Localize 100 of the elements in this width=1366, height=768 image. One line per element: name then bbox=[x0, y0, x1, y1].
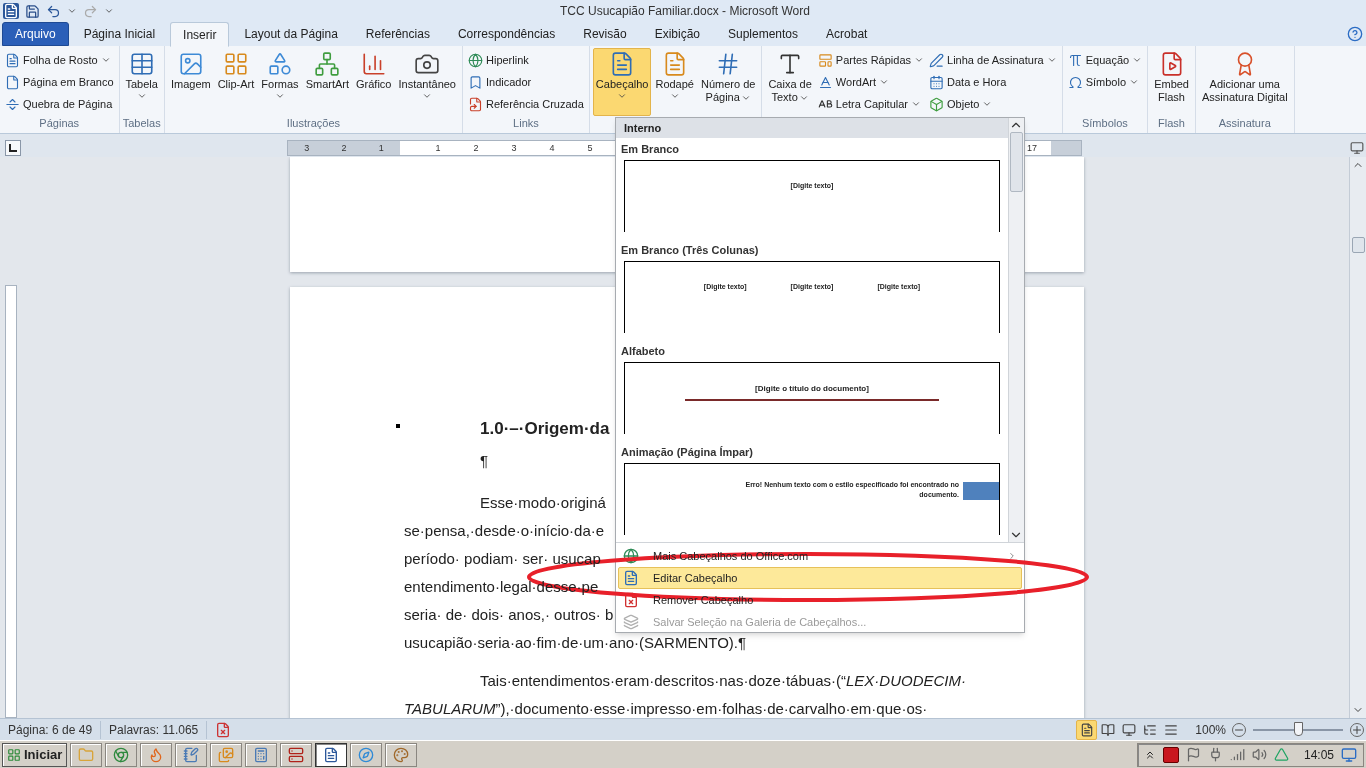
ribbon-button[interactable]: Embed Flash bbox=[1151, 48, 1192, 116]
notepad-icon bbox=[183, 746, 200, 763]
caret-icon bbox=[982, 99, 993, 109]
ribbon-button[interactable]: Referência Cruzada bbox=[466, 93, 586, 115]
caret-icon bbox=[1046, 55, 1057, 65]
ribbon-tab[interactable]: Página Inicial bbox=[70, 22, 169, 46]
ruler-number: 5 bbox=[586, 142, 594, 155]
paragraph-text: Tais·entendimentos·eram·descritos·nas·doze·tábuas·(“LEX·DUODECIM· bbox=[480, 672, 967, 690]
document-icon bbox=[5, 52, 20, 68]
caret-icon bbox=[911, 99, 921, 109]
heading-text: 1.0·–·Origem·da bbox=[480, 418, 610, 440]
scroll-thumb[interactable] bbox=[1351, 237, 1365, 253]
ruler-number: 3 bbox=[303, 142, 311, 155]
ribbon-button[interactable]: Cabeçalho bbox=[592, 48, 652, 116]
ribbon-button[interactable]: Objeto bbox=[927, 93, 1059, 115]
ribbon-button[interactable]: Folha de Rosto bbox=[3, 49, 116, 71]
pictures-icon bbox=[218, 746, 235, 763]
taskbar-button[interactable] bbox=[315, 742, 348, 767]
ribbon-button[interactable]: Adicionar uma Assinatura Digital bbox=[1199, 48, 1291, 116]
outline-icon bbox=[1142, 722, 1157, 737]
ribbon-button[interactable]: Gráfico bbox=[353, 48, 395, 116]
tab-selector[interactable] bbox=[5, 140, 21, 156]
ribbon-button[interactable]: Indicador bbox=[466, 71, 586, 93]
paragraph-text: período· podiam· ser· usucap bbox=[404, 550, 601, 568]
shapes-icon bbox=[267, 51, 293, 77]
gallery-title: Animação (Página Ímpar) bbox=[620, 445, 755, 460]
speaker-icon[interactable] bbox=[1251, 747, 1267, 762]
scroll-thumb[interactable] bbox=[1010, 132, 1023, 192]
menu-item[interactable]: Editar Cabeçalho bbox=[618, 567, 1022, 589]
bullet-mark bbox=[396, 424, 400, 428]
ribbon-button[interactable]: Hiperlink bbox=[466, 49, 586, 71]
caret-icon bbox=[275, 91, 285, 101]
ribbon-button[interactable]: Rodapé bbox=[652, 48, 697, 116]
ribbon-button[interactable]: WordArt bbox=[815, 71, 927, 93]
start-button[interactable]: Iniciar bbox=[2, 742, 68, 767]
ribbon-button[interactable]: Imagem bbox=[167, 48, 214, 116]
ribbon-button[interactable]: Linha de Assinatura bbox=[927, 49, 1059, 71]
caret-icon bbox=[422, 91, 433, 101]
ribbon-button[interactable]: Formas bbox=[258, 48, 302, 116]
view-button[interactable] bbox=[1076, 719, 1098, 740]
ribbon-tab[interactable]: Suplementos bbox=[715, 22, 812, 46]
ribbon-button[interactable]: Tabela bbox=[122, 48, 161, 116]
ribbon-button[interactable]: Equação bbox=[1065, 49, 1145, 71]
ribbon-tab[interactable]: Referências bbox=[352, 22, 443, 46]
ribbon-tab[interactable]: Layout da Página bbox=[231, 22, 351, 46]
flag-icon[interactable] bbox=[1185, 747, 1201, 762]
scrollbar[interactable] bbox=[1008, 118, 1024, 542]
ribbon-button[interactable]: Data e Hora bbox=[927, 71, 1059, 93]
page-count[interactable]: Página: 6 de 49 bbox=[0, 720, 102, 739]
ribbon-tab[interactable]: Correspondências bbox=[444, 22, 569, 46]
bar-chart-icon bbox=[360, 51, 387, 77]
ribbon-button[interactable]: Página em Branco bbox=[3, 71, 116, 93]
paragraph-text: seria· de· dois· anos,· outros· b bbox=[404, 606, 614, 624]
ribbon-button[interactable]: Instantâneo bbox=[395, 48, 459, 116]
undo-icon[interactable] bbox=[46, 3, 61, 19]
ribbon-button[interactable]: Caixa de Texto bbox=[765, 48, 815, 116]
caret-icon bbox=[1129, 77, 1140, 87]
zoom-thumb[interactable] bbox=[1294, 721, 1303, 736]
windows-logo-icon bbox=[7, 747, 21, 762]
vertical-scrollbar[interactable] bbox=[1349, 157, 1366, 718]
gallery-title: Em Branco bbox=[620, 142, 681, 157]
ribbon-tab[interactable]: Acrobat bbox=[813, 22, 881, 46]
word-count[interactable]: Palavras: 11.065 bbox=[101, 720, 208, 739]
ribbon-button[interactable]: SmartArt bbox=[302, 48, 353, 116]
ruler-number: 1 bbox=[434, 142, 442, 155]
help-icon[interactable] bbox=[1347, 26, 1363, 42]
ribbon-button[interactable]: Número de Página bbox=[698, 48, 759, 116]
group-label: Símbolos bbox=[1080, 116, 1129, 131]
ribbon-tab[interactable]: Revisão bbox=[570, 22, 640, 46]
ribbon-button[interactable]: Símbolo bbox=[1065, 71, 1145, 93]
taskbar-button[interactable] bbox=[280, 742, 313, 767]
globe-icon bbox=[623, 548, 639, 564]
signal-icon[interactable] bbox=[1229, 747, 1245, 762]
letter-icon bbox=[817, 74, 833, 90]
gallery-title: Alfabeto bbox=[620, 344, 666, 359]
proofing-icon[interactable] bbox=[215, 721, 232, 738]
globe-icon bbox=[468, 52, 483, 68]
header-preview[interactable]: [Digite o título do documento] bbox=[624, 362, 1000, 434]
omega-icon bbox=[1067, 74, 1083, 90]
save-gallery-icon bbox=[623, 614, 639, 630]
ribbon-button[interactable]: Clip-Art bbox=[214, 48, 258, 116]
caret-icon bbox=[104, 6, 114, 16]
ribbon-button[interactable]: Letra Capitular bbox=[815, 93, 927, 115]
zoom-level[interactable]: 100% bbox=[1195, 720, 1226, 739]
ribbon-button[interactable]: Partes Rápidas bbox=[815, 49, 927, 71]
ribbon-tab[interactable]: Inserir bbox=[170, 22, 230, 47]
show-desktop-icon[interactable] bbox=[1341, 746, 1357, 763]
print-layout-icon bbox=[1079, 722, 1094, 737]
ruler-number: 3 bbox=[510, 142, 518, 155]
save-icon[interactable] bbox=[25, 3, 40, 19]
ruler-view-icon[interactable] bbox=[1350, 141, 1364, 155]
ribbon-tab[interactable]: Exibição bbox=[641, 22, 713, 46]
clock[interactable]: 14:05 bbox=[1303, 745, 1334, 764]
group-label: Assinatura bbox=[1217, 116, 1272, 131]
compass-icon bbox=[358, 746, 375, 763]
bookmark-icon bbox=[468, 74, 483, 90]
table-icon bbox=[128, 51, 155, 77]
server-icon bbox=[288, 746, 305, 763]
ribbon-button[interactable]: Quebra de Página bbox=[3, 93, 116, 115]
ribbon-tab[interactable]: Arquivo bbox=[2, 22, 69, 46]
